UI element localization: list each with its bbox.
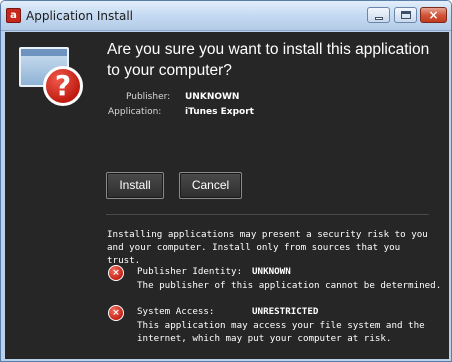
error-icon: × — [108, 305, 124, 321]
error-icon: × — [108, 265, 124, 281]
maximize-icon — [401, 11, 411, 19]
system-access-label: System Access: — [137, 306, 215, 317]
application-value: iTunes Export — [185, 107, 254, 117]
install-button[interactable]: Install — [106, 172, 164, 199]
window-title: Application Install — [26, 9, 133, 23]
install-question: Are you sure you want to install this ap… — [107, 41, 430, 79]
close-icon: × — [428, 8, 439, 22]
install-warning-icon: ? — [17, 44, 89, 110]
publisher-value: UNKNOWN — [185, 92, 240, 102]
minimize-icon — [375, 17, 383, 20]
maximize-button[interactable] — [394, 7, 417, 23]
publisher-identity-value: UNKNOWN — [252, 266, 291, 277]
question-mark-icon: ? — [43, 66, 83, 106]
close-button[interactable]: × — [420, 7, 447, 23]
publisher-label: Publisher: — [126, 92, 171, 102]
application-label: Application: — [108, 107, 162, 117]
system-access-description: This application may access your file sy… — [137, 320, 425, 344]
dialog-content: ? Are you sure you want to install this … — [5, 32, 449, 359]
install-dialog-window: a Application Install × ? Are you sure y… — [0, 0, 452, 362]
security-warning-text: Installing applications may present a se… — [107, 229, 428, 266]
title-bar[interactable]: a Application Install × — [1, 1, 451, 31]
publisher-identity-label: Publisher Identity: — [137, 266, 243, 277]
minimize-button[interactable] — [367, 7, 390, 23]
adobe-air-app-icon: a — [6, 8, 21, 23]
cancel-button[interactable]: Cancel — [179, 172, 242, 199]
divider — [106, 214, 429, 215]
system-access-value: UNRESTRICTED — [252, 306, 319, 317]
publisher-identity-description: The publisher of this application cannot… — [137, 280, 442, 291]
